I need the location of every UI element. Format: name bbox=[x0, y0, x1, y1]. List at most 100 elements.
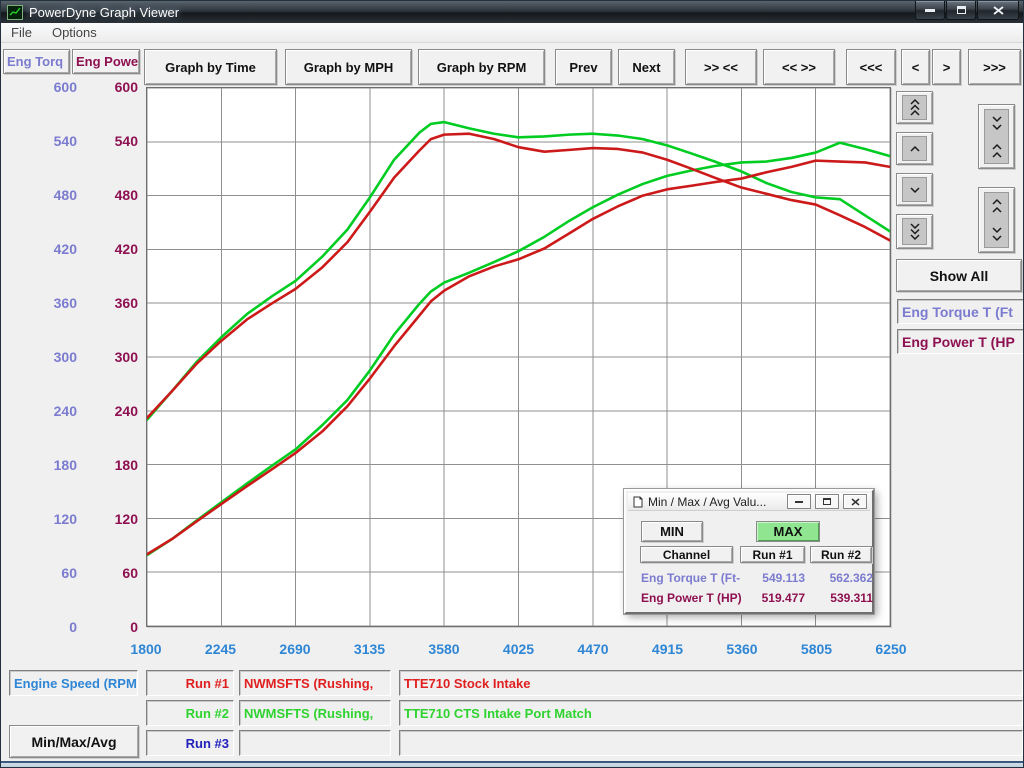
scroll-y-triple-up-button[interactable] bbox=[896, 91, 933, 124]
scroll-y-triple-down-button[interactable] bbox=[896, 214, 933, 249]
scroll-right-button[interactable]: > bbox=[932, 49, 961, 85]
torque-axis-tick: 540 bbox=[11, 132, 77, 150]
document-icon bbox=[632, 496, 644, 508]
next-button[interactable]: Next bbox=[618, 49, 675, 85]
minimize-button[interactable] bbox=[915, 1, 945, 20]
scroll-y-down-button[interactable] bbox=[896, 173, 933, 206]
chevrons-outward-icon bbox=[984, 192, 1009, 248]
menu-bar: File Options bbox=[1, 23, 1024, 43]
rpm-axis-tick: 2690 bbox=[260, 640, 330, 658]
chevron-down-icon bbox=[902, 177, 927, 202]
power-axis-tick: 180 bbox=[81, 456, 138, 474]
minmax-window-title: Min / Max / Avg Valu... bbox=[648, 495, 766, 509]
run2-file-field: NWMSFTS (Rushing, bbox=[239, 700, 391, 726]
minmax-row-channel: Eng Power T (HP) bbox=[641, 591, 742, 605]
run2-label: Run #2 bbox=[146, 700, 234, 726]
chevron-up-icon bbox=[902, 136, 927, 161]
restore-icon bbox=[823, 498, 831, 505]
rpm-axis-tick: 5360 bbox=[707, 640, 777, 658]
minmax-minimize-button[interactable] bbox=[787, 494, 811, 509]
rpm-axis-tick: 3135 bbox=[335, 640, 405, 658]
graph-by-time-button[interactable]: Graph by Time bbox=[144, 49, 277, 85]
zoom-out-x-button[interactable]: << >> bbox=[763, 49, 835, 85]
minimize-icon bbox=[925, 9, 935, 12]
rpm-axis-tick: 2245 bbox=[186, 640, 256, 658]
minmax-row-channel: Eng Torque T (Ft- bbox=[641, 571, 740, 585]
power-axis-tick: 360 bbox=[81, 294, 138, 312]
torque-axis-tick: 600 bbox=[11, 78, 77, 96]
max-tab-button[interactable]: MAX bbox=[756, 521, 820, 542]
close-icon bbox=[851, 498, 860, 506]
graph-by-rpm-button[interactable]: Graph by RPM bbox=[418, 49, 545, 85]
rpm-axis-tick: 5805 bbox=[782, 640, 852, 658]
power-axis-tick: 0 bbox=[81, 618, 138, 636]
scroll-left-button[interactable]: < bbox=[901, 49, 930, 85]
power-axis-tick: 60 bbox=[81, 564, 138, 582]
torque-axis-tick: 300 bbox=[11, 348, 77, 366]
x-axis-channel-label: Engine Speed (RPM bbox=[9, 670, 138, 696]
rpm-axis-tick: 4025 bbox=[484, 640, 554, 658]
rpm-axis-tick: 6250 bbox=[856, 640, 926, 658]
minmax-window[interactable]: Min / Max / Avg Valu... MIN MAX Channel … bbox=[624, 489, 874, 614]
triple-chevron-up-icon bbox=[902, 95, 927, 120]
run1-column-header[interactable]: Run #1 bbox=[740, 546, 805, 563]
torque-axis-tick: 240 bbox=[11, 402, 77, 420]
run3-description-field bbox=[399, 730, 1023, 756]
minmax-row-value: 549.113 bbox=[735, 571, 805, 585]
compress-y-button[interactable] bbox=[978, 104, 1015, 169]
scroll-y-up-button[interactable] bbox=[896, 132, 933, 165]
torque-axis-tick: 480 bbox=[11, 186, 77, 204]
zoom-in-x-button[interactable]: >> << bbox=[685, 49, 757, 85]
power-axis-tick: 420 bbox=[81, 240, 138, 258]
show-all-button[interactable]: Show All bbox=[896, 259, 1022, 292]
title-bar[interactable]: PowerDyne Graph Viewer bbox=[1, 1, 1024, 23]
power-axis-tick: 300 bbox=[81, 348, 138, 366]
power-axis: 600540480420360300240180120600 bbox=[81, 1, 138, 661]
run2-column-header[interactable]: Run #2 bbox=[810, 546, 872, 563]
min-tab-button[interactable]: MIN bbox=[641, 521, 703, 542]
power-axis-tick: 120 bbox=[81, 510, 138, 528]
rpm-axis-tick: 4470 bbox=[558, 640, 628, 658]
minmax-row-value: 539.311 bbox=[803, 591, 873, 605]
channel-column-header[interactable]: Channel bbox=[640, 546, 733, 563]
scroll-far-right-button[interactable]: >>> bbox=[968, 49, 1021, 85]
torque-axis-tick: 0 bbox=[11, 618, 77, 636]
chevrons-inward-icon bbox=[984, 109, 1009, 164]
torque-axis-tick: 120 bbox=[11, 510, 77, 528]
minmax-row-value: 562.362 bbox=[803, 571, 873, 585]
minmaxavg-button[interactable]: Min/Max/Avg bbox=[9, 725, 139, 758]
rpm-axis-tick: 4915 bbox=[633, 640, 703, 658]
minimize-icon bbox=[795, 501, 803, 503]
run2-description-field: TTE710 CTS Intake Port Match bbox=[399, 700, 1023, 726]
power-axis-tick: 600 bbox=[81, 78, 138, 96]
run3-file-field bbox=[239, 730, 391, 756]
expand-y-button[interactable] bbox=[978, 187, 1015, 253]
close-button[interactable] bbox=[977, 1, 1019, 20]
scroll-far-left-button[interactable]: <<< bbox=[846, 49, 896, 85]
power-axis-tick: 480 bbox=[81, 186, 138, 204]
close-icon bbox=[993, 6, 1004, 15]
torque-axis-tick: 180 bbox=[11, 456, 77, 474]
minmax-row-value: 519.477 bbox=[735, 591, 805, 605]
run1-label: Run #1 bbox=[146, 670, 234, 696]
torque-axis-tick: 360 bbox=[11, 294, 77, 312]
power-axis-tick: 540 bbox=[81, 132, 138, 150]
power-axis-tick: 240 bbox=[81, 402, 138, 420]
powerdyne-window: PowerDyne Graph Viewer File Options Eng … bbox=[0, 0, 1024, 768]
run1-description-field: TTE710 Stock Intake bbox=[399, 670, 1023, 696]
run1-file-field: NWMSFTS (Rushing, bbox=[239, 670, 391, 696]
rpm-axis-tick: 3580 bbox=[409, 640, 479, 658]
restore-icon bbox=[957, 6, 966, 14]
graph-by-mph-button[interactable]: Graph by MPH bbox=[285, 49, 412, 85]
power-channel-label: Eng Power T (HP bbox=[897, 329, 1024, 354]
prev-button[interactable]: Prev bbox=[555, 49, 612, 85]
minmax-title-bar[interactable]: Min / Max / Avg Valu... bbox=[628, 493, 870, 511]
torque-axis-tick: 420 bbox=[11, 240, 77, 258]
torque-axis: 600540480420360300240180120600 bbox=[11, 1, 77, 661]
minmax-close-button[interactable] bbox=[843, 494, 867, 509]
torque-channel-label: Eng Torque T (Ft bbox=[897, 299, 1024, 324]
triple-chevron-down-icon bbox=[902, 218, 927, 245]
window-bottom-frame bbox=[1, 761, 1024, 768]
restore-button[interactable] bbox=[946, 1, 976, 20]
minmax-restore-button[interactable] bbox=[815, 494, 839, 509]
